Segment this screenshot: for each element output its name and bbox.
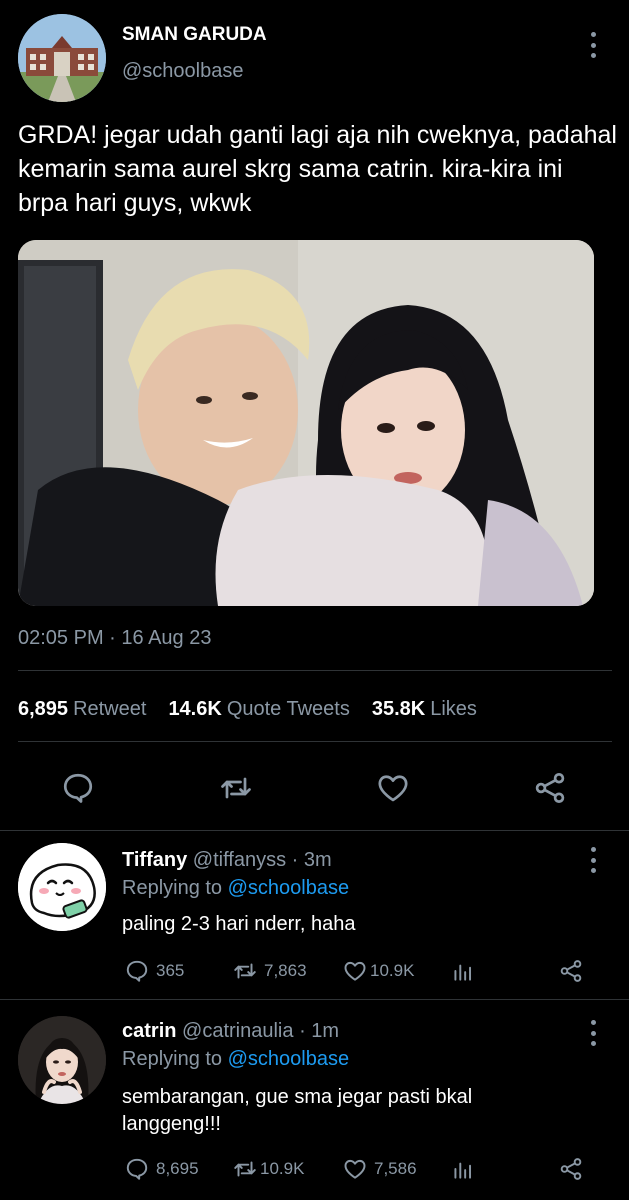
tweet-timestamp[interactable]: 02:05 PM · 16 Aug 23 bbox=[18, 627, 211, 650]
reply-time: · 3m bbox=[291, 849, 332, 871]
reply-more-options-icon[interactable] bbox=[589, 847, 597, 873]
like-icon bbox=[344, 1159, 366, 1179]
reply-header[interactable]: catrin @catrinaulia · 1m bbox=[122, 1020, 339, 1043]
reply-time: · 1m bbox=[299, 1020, 340, 1042]
replying-mention[interactable]: @schoolbase bbox=[228, 1048, 349, 1070]
retweet-count: 7,863 bbox=[264, 961, 307, 980]
quote-stat[interactable]: 14.6K Quote Tweets bbox=[168, 698, 349, 721]
tweet-stats: 6,895 Retweet 14.6K Quote Tweets 35.8K Like… bbox=[18, 698, 477, 721]
reply-retweet-button[interactable]: 10.9K bbox=[232, 1156, 304, 1182]
couple-photo-image bbox=[18, 240, 594, 606]
divider bbox=[18, 741, 612, 742]
author-name[interactable]: SMAN GARUDA bbox=[122, 24, 267, 46]
school-building-image bbox=[18, 14, 106, 102]
profile-photo-image bbox=[18, 1016, 106, 1104]
reply-count: 8,695 bbox=[156, 1159, 199, 1178]
likes-count: 35.8K bbox=[371, 698, 426, 720]
reply-analytics-button[interactable] bbox=[450, 958, 476, 984]
replying-to: Replying to @schoolbase bbox=[122, 1048, 349, 1071]
like-icon[interactable] bbox=[375, 770, 411, 806]
retweet-icon bbox=[234, 1161, 256, 1177]
reply-reply-button[interactable]: 8,695 bbox=[124, 1156, 199, 1182]
retweet-stat[interactable]: 6,895 Retweet bbox=[18, 698, 146, 721]
reply-author-name: Tiffany bbox=[122, 849, 188, 871]
likes-label: Likes bbox=[430, 698, 477, 720]
share-icon bbox=[560, 960, 582, 982]
like-count: 10.9K bbox=[370, 961, 415, 980]
retweet-label: Retweet bbox=[73, 698, 147, 720]
reply-reply-button[interactable]: 365 bbox=[124, 958, 184, 984]
replying-prefix: Replying to bbox=[122, 877, 223, 899]
reply-count: 365 bbox=[156, 961, 185, 980]
reply-icon[interactable] bbox=[60, 770, 96, 806]
tweet-text: GRDA! jegar udah ganti lagi aja nih cwek… bbox=[18, 121, 617, 217]
likes-stat[interactable]: 35.8K Likes bbox=[372, 698, 477, 721]
reply-header[interactable]: Tiffany @tiffanyss · 3m bbox=[122, 849, 332, 872]
quote-label: Quote Tweets bbox=[226, 698, 350, 720]
reply-like-button[interactable]: 10.9K bbox=[342, 958, 414, 984]
quote-count: 14.6K bbox=[168, 698, 222, 720]
divider bbox=[18, 670, 612, 671]
reply-text: sembarangan, gue sma jegar pasti bkal la… bbox=[122, 1086, 473, 1135]
share-icon[interactable] bbox=[532, 770, 568, 806]
reply-analytics-button[interactable] bbox=[450, 1156, 476, 1182]
reply-icon bbox=[126, 960, 148, 982]
retweet-icon[interactable] bbox=[218, 770, 254, 806]
like-count: 7,586 bbox=[374, 1159, 417, 1178]
reply-avatar[interactable] bbox=[18, 1016, 106, 1104]
retweet-icon bbox=[234, 963, 256, 979]
like-icon bbox=[344, 961, 366, 981]
reply-author-handle: @tiffanyss bbox=[192, 849, 287, 871]
reply-like-button[interactable]: 7,586 bbox=[342, 1156, 417, 1182]
reply-retweet-button[interactable]: 7,863 bbox=[232, 958, 307, 984]
cartoon-avatar-image bbox=[18, 843, 106, 931]
reply-share-button[interactable] bbox=[558, 1156, 584, 1182]
replying-mention[interactable]: @schoolbase bbox=[228, 877, 349, 899]
reply-author-name: catrin bbox=[122, 1020, 177, 1042]
reply-author-handle: @catrinaulia bbox=[182, 1020, 294, 1042]
analytics-icon bbox=[454, 1162, 472, 1179]
reply-more-options-icon[interactable] bbox=[589, 1020, 597, 1046]
replying-to: Replying to @schoolbase bbox=[122, 877, 349, 900]
retweet-count: 6,895 bbox=[18, 698, 69, 720]
reply-item[interactable]: Tiffany @tiffanyss · 3m Replying to @sch… bbox=[0, 831, 629, 999]
reply-share-button[interactable] bbox=[558, 958, 584, 984]
author-avatar[interactable] bbox=[18, 14, 106, 102]
replying-prefix: Replying to bbox=[122, 1048, 223, 1070]
reply-avatar[interactable] bbox=[18, 843, 106, 931]
tweet-photo[interactable] bbox=[18, 240, 594, 606]
reply-text: paling 2-3 hari nderr, haha bbox=[122, 913, 356, 935]
share-icon bbox=[560, 1158, 582, 1180]
reply-icon bbox=[126, 1158, 148, 1180]
reply-item[interactable]: catrin @catrinaulia · 1m Replying to @sc… bbox=[0, 1000, 629, 1200]
author-handle[interactable]: @schoolbase bbox=[122, 60, 243, 83]
more-options-icon[interactable] bbox=[589, 32, 597, 58]
analytics-icon bbox=[454, 964, 472, 981]
retweet-count: 10.9K bbox=[260, 1159, 305, 1178]
